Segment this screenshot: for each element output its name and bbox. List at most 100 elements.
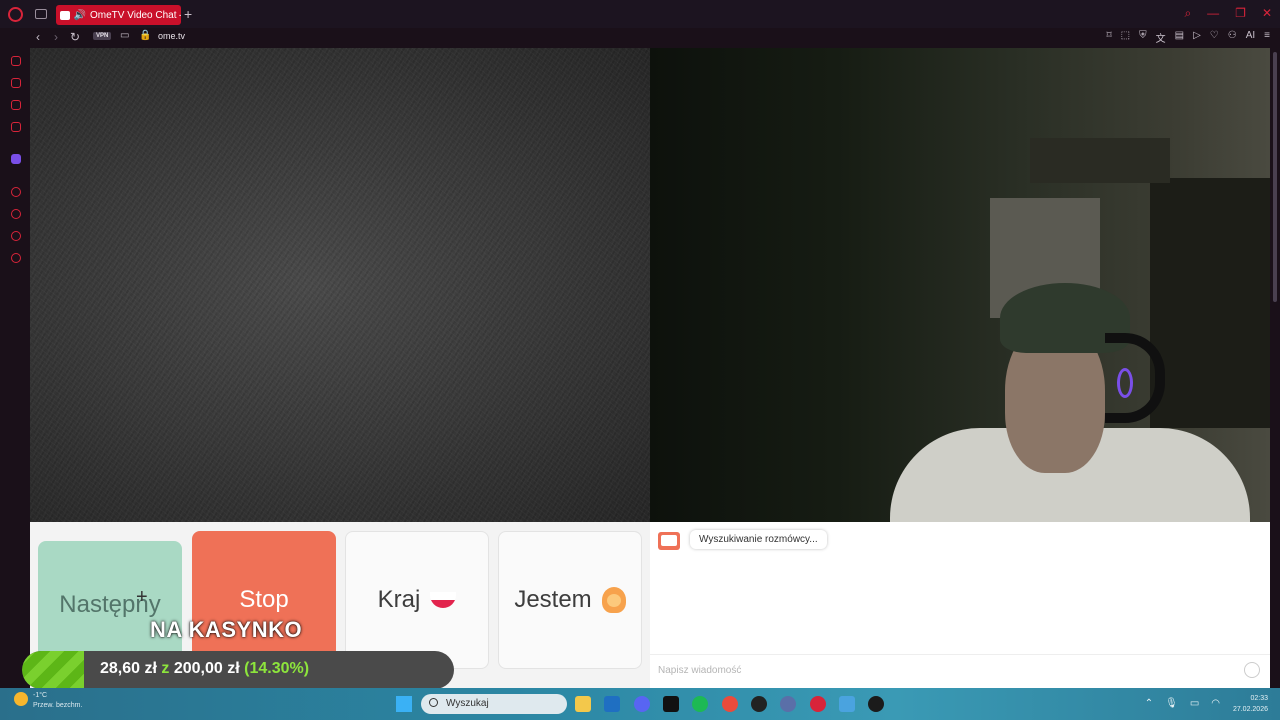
clock-time: 02:33	[1250, 695, 1268, 702]
obs-icon[interactable]	[751, 696, 767, 712]
donation-separator: z	[161, 660, 170, 677]
settings-icon[interactable]	[11, 253, 21, 263]
chrome-icon[interactable]	[722, 696, 738, 712]
messenger-icon[interactable]	[11, 100, 21, 110]
close-button[interactable]: ✕	[1262, 6, 1272, 21]
maximize-button[interactable]: ❐	[1235, 6, 1246, 21]
poland-flag-icon	[430, 592, 457, 608]
chat-input[interactable]: Napisz wiadomość	[650, 654, 1270, 684]
speaker-icon[interactable]: 🔊	[74, 10, 86, 21]
taskbar-search-placeholder: Wyszukaj	[446, 698, 489, 709]
weather-widget[interactable]: -1°C Przew. bezchm.	[33, 691, 82, 711]
search-icon	[429, 698, 438, 707]
stranger-video	[30, 48, 650, 522]
emoji-picker-icon[interactable]	[1244, 662, 1260, 678]
self-camera-video	[650, 48, 1270, 522]
country-button[interactable]: Kraj	[345, 531, 489, 669]
ometv-favicon-icon	[60, 10, 70, 20]
system-tray: ⌃ 🎙 ▭ ◠	[1145, 698, 1220, 709]
minimize-button[interactable]: —	[1207, 6, 1219, 21]
capcut-icon[interactable]	[663, 696, 679, 712]
menu-icon[interactable]: ≡	[1264, 30, 1270, 45]
address-bar	[0, 28, 1280, 48]
history-icon[interactable]	[11, 209, 21, 219]
snapshot-icon[interactable]: ⬚	[1121, 30, 1130, 45]
static-noise	[30, 48, 650, 522]
app-icon-2[interactable]	[868, 696, 884, 712]
display-icon[interactable]: ▭	[1190, 698, 1199, 709]
bookmark-icon[interactable]: ⌑	[1107, 30, 1112, 45]
tab-title: OmeTV Video Chat — I	[90, 9, 181, 21]
headset-light	[1117, 368, 1133, 398]
back-button[interactable]: ‹	[36, 30, 40, 44]
donation-text: 28,60 zł z 200,00 zł (14.30%)	[100, 660, 309, 678]
lock-icon[interactable]: 🔒	[139, 30, 151, 41]
browser-sidebar: GX	[0, 48, 30, 705]
twitch-icon[interactable]	[11, 154, 21, 164]
shelf	[1150, 178, 1270, 428]
gx-control-icon[interactable]	[11, 56, 21, 66]
page-scrollbar[interactable]	[1270, 48, 1280, 688]
discord-taskbar-icon[interactable]	[634, 696, 650, 712]
app-icon[interactable]	[780, 696, 796, 712]
gender-button-label: Jestem	[514, 586, 592, 613]
windows-taskbar: -1°C Przew. bezchm. Wyszukaj ⌃ 🎙 ▭ ◠ 02:…	[0, 688, 1280, 720]
weather-desc: Przew. bezchm.	[33, 702, 83, 709]
opera-logo-icon[interactable]	[8, 7, 23, 22]
play-icon[interactable]: ▷	[1193, 30, 1201, 45]
chat-panel: Wyszukiwanie rozmówcy... Napisz wiadomoś…	[650, 522, 1270, 688]
tab-ometv[interactable]: 🔊 OmeTV Video Chat — I	[56, 5, 181, 25]
forward-button[interactable]: ›	[54, 30, 58, 44]
taskbar-search[interactable]: Wyszukaj	[421, 694, 567, 714]
url-field[interactable]: ome.tv	[158, 31, 185, 41]
mouse-cursor-icon: +	[136, 586, 148, 608]
search-tabs-icon[interactable]: ⌕	[1184, 6, 1191, 21]
camera-icon[interactable]: ▭	[120, 30, 129, 41]
clock-date: 27.02.2026	[1232, 706, 1268, 713]
ometv-logo-icon	[658, 532, 680, 550]
scroll-thumb[interactable]	[1273, 52, 1277, 302]
country-button-label: Kraj	[377, 586, 421, 613]
donation-current: 28,60 zł	[100, 660, 157, 677]
profile-icon[interactable]: ⚇	[1228, 30, 1237, 45]
gx-corner-icon[interactable]	[11, 78, 21, 88]
reload-button[interactable]: ↻	[70, 30, 80, 44]
heart-icon[interactable]: ♡	[1210, 30, 1219, 45]
gender-button[interactable]: Jestem	[498, 531, 642, 669]
discord-icon[interactable]	[11, 122, 21, 132]
woman-emoji-icon	[601, 587, 626, 613]
mic-icon[interactable]: 🎙	[1165, 698, 1178, 709]
wallet-icon[interactable]: ▤	[1175, 30, 1184, 45]
weather-temp: -1°C	[33, 692, 48, 699]
start-button[interactable]	[396, 696, 412, 712]
toolbar-icons: ⌑ ⬚ ⛨ 文 ▤ ▷ ♡ ⚇ AI ≡	[1107, 30, 1270, 45]
clock[interactable]: 02:33 27.02.2026	[1233, 693, 1268, 715]
adblock-icon[interactable]: ⛨	[1139, 30, 1147, 45]
player-icon[interactable]	[11, 187, 21, 197]
donation-goal: 200,00 zł	[173, 660, 240, 677]
next-button[interactable]: Następny	[38, 541, 182, 669]
browser-tab-bar: 🔊 OmeTV Video Chat — I + ⌕ — ❐ ✕	[0, 0, 1280, 28]
ai-button[interactable]: AI	[1246, 30, 1255, 45]
stop-button-label: Stop	[239, 586, 289, 613]
opera-gx-icon[interactable]	[810, 696, 826, 712]
spotify-icon[interactable]	[692, 696, 708, 712]
tab-switcher-icon[interactable]	[35, 9, 47, 19]
file-explorer-icon[interactable]	[575, 696, 591, 712]
tray-chevron-icon[interactable]: ⌃	[1145, 698, 1153, 709]
chat-input-placeholder: Napisz wiadomość	[658, 665, 742, 676]
overlay-headline: NA KASYNKO	[150, 617, 303, 642]
vpn-badge[interactable]: VPN	[93, 32, 112, 40]
extensions-icon[interactable]	[11, 231, 21, 241]
status-message: Wyszukiwanie rozmówcy...	[690, 530, 827, 549]
translate-icon[interactable]: 文	[1156, 30, 1166, 45]
edit-tool-icon[interactable]	[839, 696, 855, 712]
stop-button[interactable]: Stop	[192, 531, 336, 669]
shelf	[1030, 138, 1170, 183]
donation-goal-bar: 28,60 zł z 200,00 zł (14.30%)	[22, 651, 454, 689]
weather-icon[interactable]	[14, 692, 28, 706]
new-tab-button[interactable]: +	[184, 6, 192, 22]
window-controls: ⌕ — ❐ ✕	[1184, 6, 1272, 21]
wifi-icon[interactable]: ◠	[1211, 698, 1220, 709]
store-icon[interactable]	[604, 696, 620, 712]
